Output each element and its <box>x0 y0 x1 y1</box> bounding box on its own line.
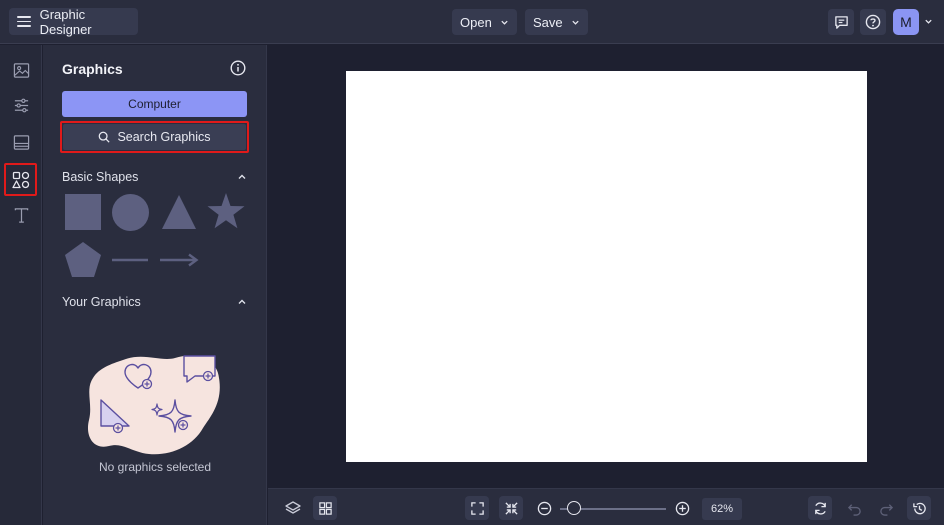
zoom-in-icon <box>675 501 689 515</box>
help-button[interactable] <box>860 9 886 35</box>
comment-icon <box>834 15 848 29</box>
info-icon[interactable] <box>230 60 246 76</box>
rail-item-adjustments[interactable] <box>5 89 37 121</box>
bottom-toolbar: 62% <box>268 488 944 525</box>
grid-icon <box>318 501 332 515</box>
save-menu-button[interactable]: Save <box>525 9 588 35</box>
comments-button[interactable] <box>828 9 854 35</box>
tool-rail <box>0 45 42 525</box>
layers-button[interactable] <box>281 496 305 520</box>
your-graphics-header[interactable]: Your Graphics <box>62 295 247 309</box>
zoom-value: 62 <box>710 503 724 515</box>
sliders-icon <box>14 98 28 112</box>
computer-label: Computer <box>128 97 181 111</box>
rail-item-images[interactable] <box>5 54 37 86</box>
help-icon <box>865 14 881 30</box>
image-icon <box>13 62 29 78</box>
history-button[interactable] <box>907 496 931 520</box>
chevron-up-icon <box>238 299 246 304</box>
zoom-out-icon <box>537 501 551 515</box>
zoom-unit: % <box>723 503 734 515</box>
your-graphics-label: Your Graphics <box>62 295 141 309</box>
search-graphics-highlight: Search Graphics <box>60 121 249 153</box>
shapes-icon <box>11 171 29 188</box>
collapse-icon <box>504 501 518 515</box>
zoom-slider-handle[interactable] <box>567 501 581 515</box>
shrink-button[interactable] <box>499 496 523 520</box>
text-icon <box>14 207 28 223</box>
zoom-in-button[interactable] <box>670 496 694 520</box>
square-shape[interactable] <box>65 194 101 230</box>
reset-button[interactable] <box>808 496 832 520</box>
basic-shapes-header[interactable]: Basic Shapes <box>62 170 247 184</box>
chevron-up-icon <box>238 174 246 179</box>
chevron-down-icon <box>501 20 508 25</box>
expand-icon <box>470 501 484 515</box>
user-avatar[interactable]: M <box>893 9 919 35</box>
line-shape[interactable] <box>111 257 149 263</box>
graphics-panel: Graphics Computer Search Graphics Basic … <box>43 45 267 525</box>
rail-item-text[interactable] <box>5 199 37 231</box>
rail-item-backgrounds[interactable] <box>5 126 37 158</box>
save-label: Save <box>533 14 563 30</box>
arrow-shape[interactable] <box>159 253 199 267</box>
search-icon <box>99 131 111 143</box>
empty-graphics-illustration <box>87 355 220 455</box>
history-icon <box>912 502 926 514</box>
zoom-level-field[interactable]: 62% <box>702 498 742 520</box>
redo-icon <box>879 503 893 516</box>
triangle-shape[interactable] <box>161 194 197 230</box>
grid-button[interactable] <box>313 496 337 520</box>
rail-item-graphics[interactable] <box>4 163 37 196</box>
artboard[interactable] <box>346 71 867 462</box>
undo-button[interactable] <box>842 496 866 520</box>
pentagon-shape[interactable] <box>65 242 101 277</box>
open-menu-button[interactable]: Open <box>452 9 517 35</box>
layers-icon <box>285 501 301 514</box>
fit-to-screen-button[interactable] <box>465 496 489 520</box>
chevron-down-icon <box>571 20 579 25</box>
zoom-out-button[interactable] <box>532 496 556 520</box>
layout-icon <box>13 134 29 150</box>
star-shape[interactable] <box>207 193 245 229</box>
search-graphics-label: Search Graphics <box>117 130 211 144</box>
avatar-initial: M <box>900 14 912 30</box>
refresh-icon <box>814 501 826 515</box>
search-graphics-button[interactable]: Search Graphics <box>63 124 246 150</box>
top-bar: Graphic Designer Open Save M <box>0 0 944 44</box>
panel-title: Graphics <box>62 61 123 77</box>
computer-upload-button[interactable]: Computer <box>62 91 247 117</box>
circle-shape[interactable] <box>112 194 149 231</box>
basic-shapes-label: Basic Shapes <box>62 170 139 184</box>
redo-button[interactable] <box>874 496 898 520</box>
app-title: Graphic Designer <box>39 6 92 37</box>
chevron-down-icon[interactable] <box>924 17 933 26</box>
empty-state-text: No graphics selected <box>98 460 212 474</box>
open-label: Open <box>460 14 492 30</box>
undo-icon <box>847 503 861 516</box>
hamburger-icon <box>17 16 31 27</box>
app-menu-button[interactable]: Graphic Designer <box>9 6 138 37</box>
